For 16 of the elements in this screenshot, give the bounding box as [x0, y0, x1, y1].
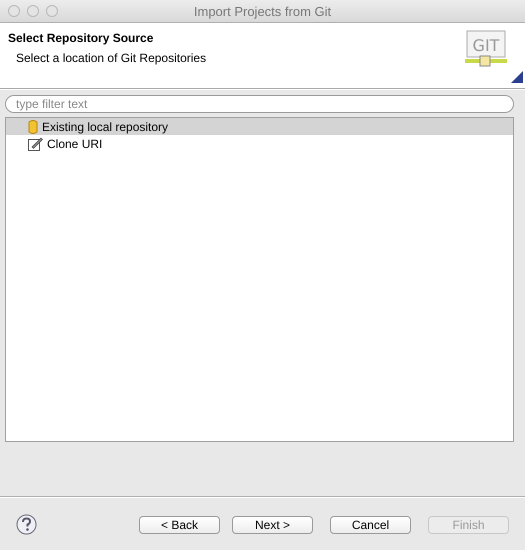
window-control[interactable]: [46, 5, 58, 17]
list-item[interactable]: Existing local repository: [6, 118, 513, 135]
dialog-button[interactable]: Cancel: [330, 516, 411, 534]
dialog-button[interactable]: < Back: [139, 516, 220, 534]
page-description: Select a location of Git Repositories: [16, 51, 206, 65]
cylinder-icon: [28, 120, 38, 134]
dialog-button[interactable]: Next >: [232, 516, 313, 534]
pencil-note-icon: [28, 136, 43, 150]
help-icon[interactable]: [16, 514, 37, 535]
git-logo: GIT: [461, 23, 525, 87]
filter-field[interactable]: type filter text: [5, 95, 514, 113]
list-item[interactable]: Clone URI: [6, 135, 513, 152]
page-title: Select Repository Source: [8, 31, 154, 45]
window-control[interactable]: [8, 5, 20, 17]
window-control[interactable]: [27, 5, 39, 17]
window-title: Import Projects from Git: [194, 4, 332, 18]
